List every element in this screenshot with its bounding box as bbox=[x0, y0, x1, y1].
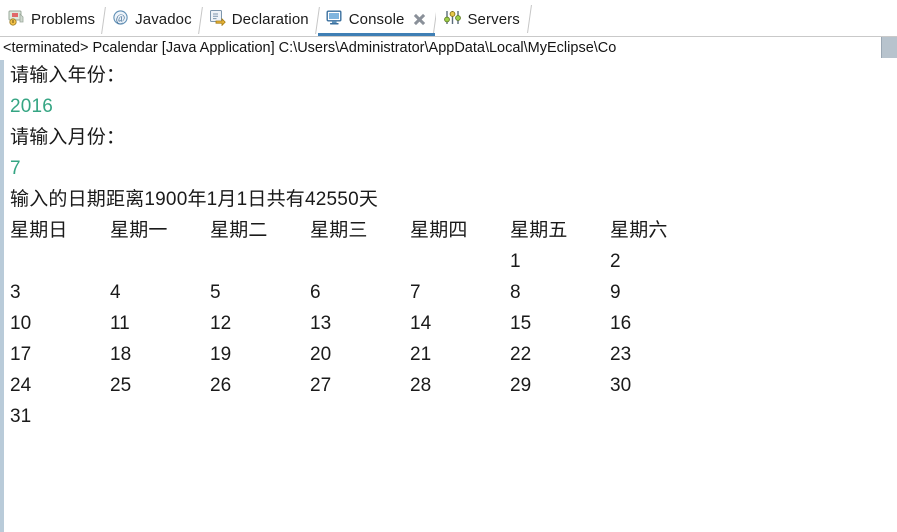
calendar-week-row: 24 25 26 27 28 29 30 bbox=[4, 370, 897, 401]
calendar-day-cell: 6 bbox=[310, 282, 321, 303]
tab-declaration[interactable]: Declaration bbox=[200, 3, 318, 36]
calendar-weekday-header: 星期三 bbox=[310, 220, 368, 241]
calendar-week-row: 12 bbox=[4, 246, 897, 277]
vertical-scrollbar[interactable] bbox=[881, 37, 897, 58]
calendar-day-cell: 29 bbox=[510, 375, 532, 396]
launch-status-line: <terminated> Pcalendar [Java Application… bbox=[0, 36, 897, 60]
calendar-day-cell: 12 bbox=[210, 313, 232, 334]
calendar-day-cell bbox=[110, 246, 210, 277]
calendar-week-row: 10 11 12 13 14 15 16 bbox=[4, 308, 897, 339]
calendar-day-cell bbox=[410, 246, 510, 277]
servers-icon bbox=[444, 9, 462, 30]
calendar-weekday-header: 星期一 bbox=[110, 220, 168, 241]
calendar-day-cell: 26 bbox=[210, 375, 232, 396]
calendar-day-cell: 11 bbox=[110, 313, 130, 334]
calendar-day-cell: 7 bbox=[410, 282, 421, 303]
tab-declaration-label: Declaration bbox=[231, 11, 309, 28]
console-input-echo-line: 2016 bbox=[10, 96, 54, 117]
tab-javadoc-label: Javadoc bbox=[135, 11, 192, 28]
calendar-day-cell: 15 bbox=[510, 313, 532, 334]
tab-console-label: Console bbox=[348, 11, 405, 28]
tab-servers[interactable]: Servers bbox=[436, 3, 529, 36]
calendar-weekday-header: 星期日 bbox=[10, 220, 68, 241]
calendar-header-row: 星期日 星期一 星期二 星期三 星期四 星期五 星期六 bbox=[4, 215, 897, 246]
eclipse-console-view: Problems @ Javadoc Declaration Console S… bbox=[0, 0, 897, 532]
calendar-day-cell bbox=[410, 401, 510, 432]
calendar-day-cell: 20 bbox=[310, 344, 332, 365]
console-output-line: 请输入年份： bbox=[10, 65, 126, 86]
calendar-weekday-header: 星期四 bbox=[410, 220, 468, 241]
calendar-day-cell: 19 bbox=[210, 344, 232, 365]
calendar-day-cell: 16 bbox=[610, 313, 632, 334]
launch-status-text: <terminated> Pcalendar [Java Application… bbox=[3, 40, 617, 56]
calendar-day-cell: 22 bbox=[510, 344, 532, 365]
calendar-day-cell: 28 bbox=[410, 375, 432, 396]
calendar-day-cell: 13 bbox=[310, 313, 332, 334]
tab-servers-label: Servers bbox=[467, 11, 520, 28]
calendar-day-cell: 30 bbox=[610, 375, 632, 396]
calendar-day-cell bbox=[310, 401, 410, 432]
declaration-icon bbox=[209, 9, 226, 30]
calendar-day-cell: 27 bbox=[310, 375, 332, 396]
calendar-day-cell: 2 bbox=[610, 251, 621, 272]
calendar-week-row: 3 4 5 6 7 8 9 bbox=[4, 277, 897, 308]
view-tab-bar: Problems @ Javadoc Declaration Console S… bbox=[0, 0, 897, 36]
calendar-day-cell: 5 bbox=[210, 282, 221, 303]
console-summary-line: 输入的日期距离1900年1月1日共有42550天 bbox=[10, 189, 379, 210]
calendar-day-cell bbox=[110, 401, 210, 432]
console-icon bbox=[326, 9, 343, 30]
calendar-day-cell bbox=[10, 246, 110, 277]
problems-icon bbox=[8, 9, 25, 30]
calendar-day-cell bbox=[610, 401, 710, 432]
calendar-day-cell bbox=[510, 401, 610, 432]
calendar-day-cell: 31 bbox=[10, 406, 32, 427]
calendar-week-row: 31 bbox=[4, 401, 897, 432]
calendar-week-row: 17 18 19 20 21 22 23 bbox=[4, 339, 897, 370]
console-input-echo-line: 7 bbox=[10, 158, 21, 179]
calendar-day-cell: 14 bbox=[410, 313, 432, 334]
calendar-weekday-header: 星期二 bbox=[210, 220, 268, 241]
tab-problems-label: Problems bbox=[31, 11, 96, 28]
calendar-day-cell: 8 bbox=[510, 282, 521, 303]
calendar-day-cell: 4 bbox=[110, 282, 121, 303]
svg-text:@: @ bbox=[116, 13, 125, 24]
status-divider bbox=[0, 36, 897, 37]
calendar-day-cell: 23 bbox=[610, 344, 632, 365]
javadoc-at-icon: @ bbox=[112, 9, 129, 30]
calendar-day-cell: 21 bbox=[410, 344, 432, 365]
tab-console[interactable]: Console bbox=[317, 3, 436, 36]
console-line-list: 请输入年份： 2016 请输入月份： 7 输入的日期距离1900年1月1日共有42550… bbox=[4, 60, 897, 432]
calendar-day-cell: 1 bbox=[510, 251, 521, 272]
calendar-day-cell: 10 bbox=[10, 313, 32, 334]
calendar-day-cell: 25 bbox=[110, 375, 132, 396]
calendar-day-cell: 9 bbox=[610, 282, 621, 303]
console-output-area[interactable]: 请输入年份： 2016 请输入月份： 7 输入的日期距离1900年1月1日共有42550… bbox=[0, 60, 897, 532]
calendar-day-cell bbox=[310, 246, 410, 277]
calendar-weekday-header: 星期五 bbox=[510, 220, 568, 241]
calendar-day-cell: 3 bbox=[10, 282, 21, 303]
console-output-line: 请输入月份： bbox=[10, 127, 126, 148]
calendar-weekday-header: 星期六 bbox=[610, 220, 668, 241]
close-icon[interactable] bbox=[413, 13, 426, 26]
calendar-day-cell bbox=[210, 246, 310, 277]
tab-javadoc[interactable]: @ Javadoc bbox=[104, 3, 201, 36]
calendar-day-cell: 17 bbox=[10, 344, 32, 365]
calendar-day-cell bbox=[210, 401, 310, 432]
calendar-day-cell: 24 bbox=[10, 375, 32, 396]
calendar-day-cell: 18 bbox=[110, 344, 132, 365]
tab-problems[interactable]: Problems bbox=[0, 3, 105, 36]
